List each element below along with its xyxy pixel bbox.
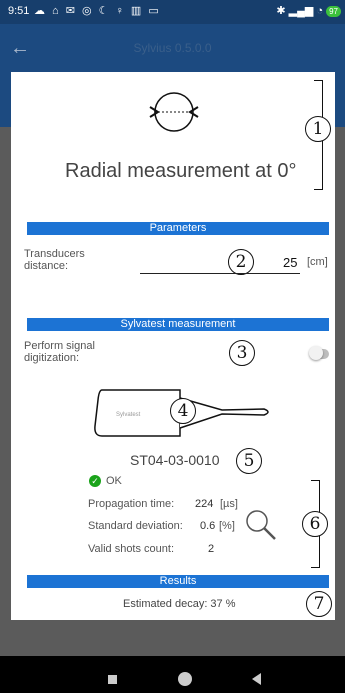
digitization-label: Perform signal digitization: — [24, 340, 95, 364]
transducers-distance-input[interactable]: 25 — [283, 255, 297, 270]
status-text: OK — [106, 475, 122, 487]
app-title: Sylvius 0.5.0.0 — [133, 41, 212, 55]
deviation-value: 0.6 — [200, 520, 216, 532]
recents-icon[interactable] — [108, 675, 117, 684]
device-id: ST04-03-0010 — [130, 452, 220, 468]
system-icons: ✱ ▂▄▆ ◔ 97 — [276, 4, 341, 17]
propagation-label: Propagation time: — [88, 498, 175, 510]
shots-label: Valid shots count: — [88, 543, 175, 555]
ok-check-icon: ✓ — [89, 475, 101, 487]
results-section-header: Results — [27, 575, 329, 588]
marker-1: 1 — [305, 116, 331, 142]
status-bar: 9:51 ☁ ⌂ ✉ ◎ ☾ ♀ ▥ ▭ ✱ ▂▄▆ ◔ 97 — [0, 0, 345, 24]
home-icon[interactable] — [178, 672, 192, 686]
measurement-section-header: Sylvatest measurement — [27, 318, 329, 331]
estimated-decay: Estimated decay: 37 % — [123, 598, 236, 610]
marker-3: 3 — [229, 340, 255, 366]
marker-7: 7 — [306, 591, 332, 617]
page-title: Radial measurement at 0° — [65, 160, 297, 182]
notification-icons: ☁ ⌂ ✉ ◎ ☾ ♀ ▥ ▭ — [34, 5, 161, 17]
transducers-distance-underline — [140, 273, 300, 274]
magnifier-icon[interactable] — [244, 508, 280, 542]
marker-5: 5 — [236, 448, 262, 474]
system-nav-bar — [0, 656, 345, 693]
propagation-value: 224 — [195, 498, 214, 510]
transducers-distance-label: Transducers distance: — [24, 248, 85, 272]
deviation-unit: [%] — [219, 520, 235, 532]
marker-2: 2 — [228, 249, 254, 275]
battery-icon: 97 — [326, 6, 341, 17]
transducers-distance-unit: [cm] — [307, 256, 328, 268]
nav-back-icon[interactable] — [252, 673, 261, 685]
parameters-section-header: Parameters — [27, 222, 329, 235]
app-bar: ← Sylvius 0.5.0.0 — [0, 24, 345, 72]
status-time: 9:51 — [8, 5, 30, 17]
deviation-label: Standard deviation: — [88, 520, 183, 532]
marker-4: 4 — [170, 398, 196, 424]
propagation-unit: [µs] — [220, 498, 238, 510]
probe-brand-label: Sylvatest — [116, 412, 141, 418]
digitization-toggle-knob[interactable] — [309, 346, 323, 360]
marker-6: 6 — [302, 511, 328, 537]
shots-value: 2 — [208, 543, 215, 555]
radial-measurement-icon — [149, 92, 199, 132]
